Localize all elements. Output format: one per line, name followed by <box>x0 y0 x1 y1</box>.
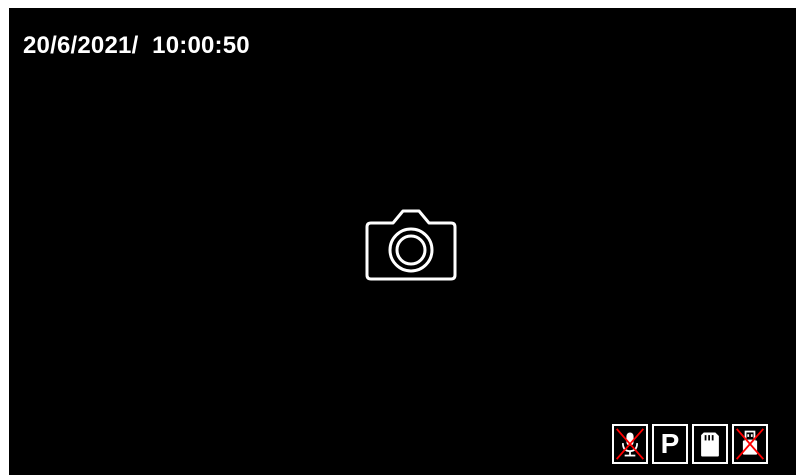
camera-icon <box>365 209 457 281</box>
parking-mode-icon: P <box>652 424 688 464</box>
microphone-off-icon <box>612 424 648 464</box>
sd-card-icon <box>692 424 728 464</box>
camera-preview-screen: 20/6/2021/ 10:00:50 P <box>9 8 796 475</box>
status-icon-bar: P <box>612 424 768 464</box>
parking-mode-label: P <box>660 428 680 459</box>
usb-off-icon <box>732 424 768 464</box>
datetime-overlay: 20/6/2021/ 10:00:50 <box>23 32 250 59</box>
